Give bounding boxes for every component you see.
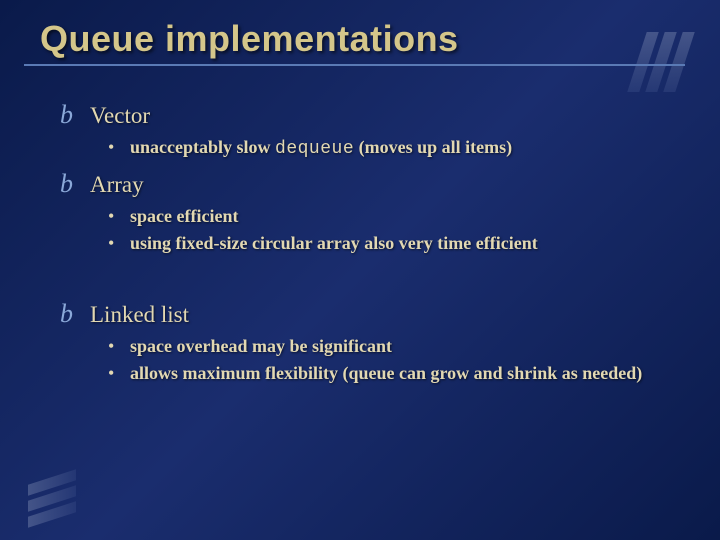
bullet-marker: b (60, 171, 90, 197)
sub-text: allows maximum flexibility (queue can gr… (130, 362, 642, 385)
text-run: unacceptably slow (130, 137, 275, 157)
sub-item: • allows maximum flexibility (queue can … (108, 362, 660, 385)
sub-text: unacceptably slow dequeue (moves up all … (130, 136, 512, 161)
list-item: b Linked list (60, 301, 660, 329)
text-run: (moves up all items) (354, 137, 512, 157)
sub-item: • using fixed-size circular array also v… (108, 232, 660, 255)
sub-item: • space efficient (108, 205, 660, 228)
slide: Queue implementations b Vector • unaccep… (0, 0, 720, 540)
bullet-dot: • (108, 205, 130, 228)
bullet-dot: • (108, 232, 130, 255)
sub-text: using fixed-size circular array also ver… (130, 232, 538, 255)
list-label: Vector (90, 102, 150, 130)
sub-list: • space overhead may be significant • al… (108, 335, 660, 386)
bullet-dot: • (108, 136, 130, 159)
sub-list: • unacceptably slow dequeue (moves up al… (108, 136, 660, 161)
content-area: b Vector • unacceptably slow dequeue (mo… (0, 66, 720, 386)
slide-title: Queue implementations (40, 18, 720, 60)
sub-item: • space overhead may be significant (108, 335, 660, 358)
list-item: b Array (60, 171, 660, 199)
sub-text: space efficient (130, 205, 238, 228)
title-bar: Queue implementations (0, 0, 720, 66)
decoration-bottom (28, 477, 76, 520)
title-underline (24, 64, 685, 66)
sub-list: • space efficient • using fixed-size cir… (108, 205, 660, 256)
list-item: b Vector (60, 102, 660, 130)
list-label: Linked list (90, 301, 189, 329)
bullet-marker: b (60, 301, 90, 327)
code-run: dequeue (275, 139, 354, 159)
bullet-dot: • (108, 335, 130, 358)
sub-item: • unacceptably slow dequeue (moves up al… (108, 136, 660, 161)
bullet-dot: • (108, 362, 130, 385)
bullet-marker: b (60, 102, 90, 128)
list-label: Array (90, 171, 144, 199)
sub-text: space overhead may be significant (130, 335, 392, 358)
